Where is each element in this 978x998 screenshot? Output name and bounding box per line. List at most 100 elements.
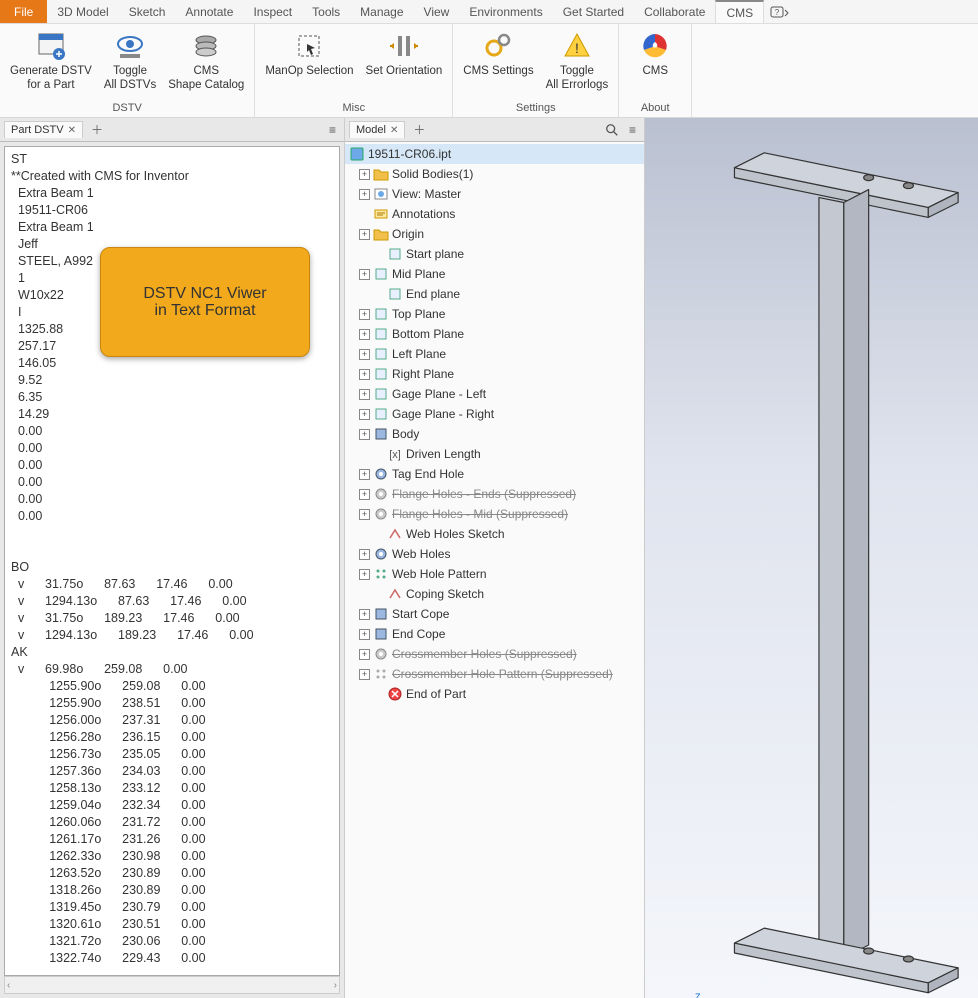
expand-toggle[interactable]: +: [359, 409, 370, 420]
close-icon[interactable]: ✕: [390, 125, 398, 136]
menu-item-environments[interactable]: Environments: [459, 0, 552, 23]
expand-toggle[interactable]: +: [359, 549, 370, 560]
ribbon-btn-label: Generate DSTVfor a Part: [10, 64, 92, 92]
tree-item[interactable]: +Gage Plane - Left: [345, 384, 644, 404]
expand-toggle: [373, 529, 384, 540]
plane-icon: [373, 366, 389, 382]
tree-item[interactable]: Web Holes Sketch: [345, 524, 644, 544]
ribbon-btn-cms-settings[interactable]: CMS Settings: [457, 26, 539, 100]
hole-icon: [373, 546, 389, 562]
tree-item[interactable]: +Right Plane: [345, 364, 644, 384]
expand-toggle[interactable]: +: [359, 349, 370, 360]
part-dstv-tab[interactable]: Part DSTV ✕: [4, 121, 83, 138]
dstv-text-viewer[interactable]: ST **Created with CMS for Inventor Extra…: [4, 146, 340, 976]
tree-item[interactable]: +Origin: [345, 224, 644, 244]
tree-item[interactable]: +Start Cope: [345, 604, 644, 624]
ribbon-btn-cms[interactable]: CMS: [623, 26, 687, 100]
help-dropdown[interactable]: ?: [764, 0, 796, 23]
ribbon-btn-set-orientation[interactable]: Set Orientation: [360, 26, 449, 100]
expand-toggle[interactable]: +: [359, 329, 370, 340]
tree-item[interactable]: + Solid Bodies(1): [345, 164, 644, 184]
expand-toggle[interactable]: +: [359, 649, 370, 660]
expand-toggle[interactable]: +: [359, 569, 370, 580]
expand-toggle[interactable]: +: [359, 429, 370, 440]
tree-item[interactable]: +End Cope: [345, 624, 644, 644]
tree-item[interactable]: +Flange Holes - Ends (Suppressed): [345, 484, 644, 504]
tree-item[interactable]: End of Part: [345, 684, 644, 704]
tree-item[interactable]: +Tag End Hole: [345, 464, 644, 484]
tree-item[interactable]: [x]Driven Length: [345, 444, 644, 464]
add-tab-button[interactable]: ＋: [85, 119, 109, 140]
tree-item[interactable]: +Bottom Plane: [345, 324, 644, 344]
tree-item[interactable]: +Crossmember Holes (Suppressed): [345, 644, 644, 664]
tree-item-label: Start plane: [406, 247, 464, 261]
callout-annotation: DSTV NC1 Viwerin Text Format: [100, 247, 310, 357]
tree-item[interactable]: End plane: [345, 284, 644, 304]
3d-viewport[interactable]: X Y Z: [645, 118, 978, 998]
scroll-left-icon[interactable]: ‹: [7, 980, 10, 991]
expand-toggle[interactable]: +: [359, 469, 370, 480]
expand-toggle[interactable]: +: [359, 189, 370, 200]
tree-item[interactable]: +Crossmember Hole Pattern (Suppressed): [345, 664, 644, 684]
expand-toggle[interactable]: +: [359, 629, 370, 640]
tree-item-label: End of Part: [406, 687, 466, 701]
panel-menu-icon[interactable]: ≡: [325, 121, 340, 139]
menu-item-inspect[interactable]: Inspect: [243, 0, 302, 23]
tree-item-label: Top Plane: [392, 307, 445, 321]
horizontal-scrollbar[interactable]: ‹ ›: [4, 976, 340, 994]
expand-toggle[interactable]: +: [359, 509, 370, 520]
ribbon-btn-toggle-all-dstvs[interactable]: ToggleAll DSTVs: [98, 26, 162, 100]
ribbon-btn-generate-dstv-for-a-part[interactable]: Generate DSTVfor a Part: [4, 26, 98, 100]
tree-item[interactable]: + Top Plane: [345, 304, 644, 324]
menu-item-annotate[interactable]: Annotate: [175, 0, 243, 23]
expand-toggle[interactable]: +: [359, 269, 370, 280]
close-icon[interactable]: ✕: [68, 125, 76, 136]
tree-item[interactable]: +Mid Plane: [345, 264, 644, 284]
expand-toggle[interactable]: +: [359, 309, 370, 320]
panel-menu-icon[interactable]: ≡: [625, 121, 640, 139]
ribbon-btn-cms-shape-catalog[interactable]: CMSShape Catalog: [162, 26, 250, 100]
tree-item-label: Solid Bodies(1): [392, 167, 473, 181]
scroll-right-icon[interactable]: ›: [334, 980, 337, 991]
plane-icon: [373, 326, 389, 342]
tree-item[interactable]: Annotations: [345, 204, 644, 224]
tree-item[interactable]: +Flange Holes - Mid (Suppressed): [345, 504, 644, 524]
tree-item[interactable]: Start plane: [345, 244, 644, 264]
expand-toggle[interactable]: +: [359, 169, 370, 180]
ribbon-btn-toggle-all-errorlogs[interactable]: !ToggleAll Errorlogs: [540, 26, 615, 100]
add-tab-button[interactable]: ＋: [407, 119, 431, 140]
tree-item[interactable]: +View: Master: [345, 184, 644, 204]
warn-icon: !: [561, 30, 593, 62]
menu-item-manage[interactable]: Manage: [350, 0, 413, 23]
dstv-icon: [35, 30, 67, 62]
menu-item-sketch[interactable]: Sketch: [119, 0, 176, 23]
orientation-triad[interactable]: X Y Z: [667, 988, 727, 998]
dstv-text-viewer-wrap: ST **Created with CMS for Inventor Extra…: [0, 142, 344, 998]
tree-item[interactable]: +Gage Plane - Right: [345, 404, 644, 424]
expand-toggle[interactable]: +: [359, 229, 370, 240]
expand-toggle[interactable]: +: [359, 369, 370, 380]
menu-item-get-started[interactable]: Get Started: [553, 0, 634, 23]
expand-toggle[interactable]: +: [359, 489, 370, 500]
tree-item[interactable]: +Web Hole Pattern: [345, 564, 644, 584]
menu-item-file[interactable]: File: [0, 0, 47, 23]
menu-item-3d-model[interactable]: 3D Model: [47, 0, 118, 23]
model-tab[interactable]: Model ✕: [349, 121, 405, 138]
tree-item[interactable]: +Left Plane: [345, 344, 644, 364]
expand-toggle[interactable]: +: [359, 609, 370, 620]
expand-toggle[interactable]: +: [359, 389, 370, 400]
search-icon[interactable]: [601, 121, 623, 139]
menu-item-cms[interactable]: CMS: [715, 0, 764, 23]
menu-item-view[interactable]: View: [414, 0, 460, 23]
tree-item-label: Web Holes: [392, 547, 450, 561]
ribbon-btn-manop-selection[interactable]: ManOp Selection: [259, 26, 359, 100]
plane-icon: [373, 406, 389, 422]
menu-item-collaborate[interactable]: Collaborate: [634, 0, 715, 23]
expand-toggle[interactable]: +: [359, 669, 370, 680]
tree-item[interactable]: + Web Holes: [345, 544, 644, 564]
callout-text: DSTV NC1 Viwerin Text Format: [143, 285, 266, 319]
tree-item[interactable]: +Body: [345, 424, 644, 444]
menu-item-tools[interactable]: Tools: [302, 0, 350, 23]
tree-root[interactable]: 19511-CR06.ipt: [345, 144, 644, 164]
tree-item[interactable]: Coping Sketch: [345, 584, 644, 604]
